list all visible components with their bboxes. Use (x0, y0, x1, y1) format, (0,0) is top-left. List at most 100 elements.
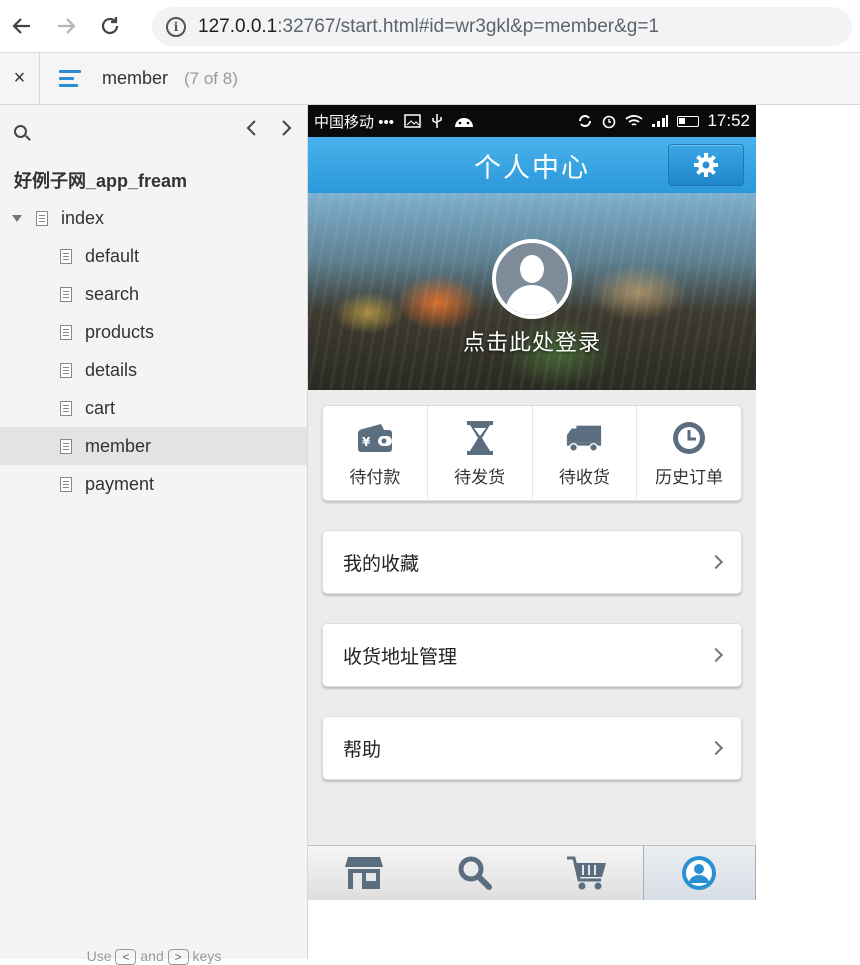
tab-search[interactable] (420, 846, 532, 900)
prev-page-button[interactable] (246, 119, 258, 143)
browser-toolbar: i 127.0.0.1:32767/start.html#id=wr3gkl&p… (0, 0, 860, 53)
chevron-right-icon (708, 647, 724, 663)
forward-button[interactable] (44, 0, 88, 53)
next-page-button[interactable] (280, 119, 292, 143)
page-icon (60, 438, 72, 454)
address-bar[interactable]: i 127.0.0.1:32767/start.html#id=wr3gkl&p… (152, 7, 852, 46)
bottom-tab-bar (308, 845, 756, 900)
sitemap-toggle-button[interactable] (40, 66, 100, 91)
search-icon[interactable] (14, 124, 27, 138)
page-icon (60, 476, 72, 492)
tab-home[interactable] (308, 846, 420, 900)
gear-icon (694, 153, 718, 177)
tab-member[interactable] (642, 846, 756, 900)
order-pending-receipt[interactable]: 待收货 (533, 406, 638, 500)
page-icon (60, 324, 72, 340)
tree-item-label: search (85, 283, 140, 304)
wifi-icon (625, 115, 644, 126)
page-title: 个人中心 (474, 152, 590, 183)
url-path: :32767/start.html#id=wr3gkl&p=member&g=1 (277, 15, 660, 37)
status-bar: 中国移动 ••• 17:52 (308, 105, 756, 137)
wallet-icon: ¥ (357, 423, 392, 452)
order-label: 待收货 (558, 467, 610, 487)
tree-item-cart[interactable]: cart (0, 389, 307, 427)
sitemap-panel: 好例子网_app_fream index default search prod… (0, 105, 308, 965)
page-icon (60, 248, 72, 264)
expand-arrow-icon[interactable] (12, 214, 22, 222)
menu-help[interactable]: 帮助 (322, 716, 742, 780)
sitemap-tools (0, 105, 307, 157)
close-button[interactable]: × (0, 52, 40, 105)
order-status-card: ¥ 待付款 待发货 待收货 历史订单 (322, 405, 742, 501)
signal-icon (652, 115, 669, 127)
tree-item-index[interactable]: index (0, 199, 307, 237)
chevron-left-icon (246, 120, 256, 136)
reload-icon (101, 17, 119, 35)
current-page-name: member (102, 68, 169, 88)
clock-icon (673, 421, 706, 454)
store-icon (344, 857, 383, 889)
tree-item-label: cart (85, 397, 116, 418)
menu-label: 我的收藏 (343, 553, 420, 575)
page-icon (60, 286, 72, 302)
back-button[interactable] (0, 0, 44, 53)
key-next: > (167, 949, 189, 965)
menu-address-management[interactable]: 收货地址管理 (322, 623, 742, 687)
reload-button[interactable] (88, 0, 132, 53)
menu-icon (59, 66, 81, 91)
tree-item-label: details (85, 359, 138, 380)
close-icon: × (13, 67, 26, 89)
settings-button[interactable] (668, 144, 744, 186)
usb-icon (432, 114, 442, 128)
tab-cart[interactable] (531, 846, 643, 900)
tree-item-label: payment (85, 473, 155, 494)
chevron-right-icon (708, 740, 724, 756)
user-icon (682, 856, 717, 890)
alarm-icon (603, 115, 616, 129)
order-history[interactable]: 历史订单 (637, 406, 741, 500)
order-label: 待付款 (349, 467, 401, 487)
order-pending-payment[interactable]: ¥ 待付款 (323, 406, 428, 500)
android-icon (454, 118, 473, 127)
order-pending-shipment[interactable]: 待发货 (428, 406, 533, 500)
sync-icon (579, 115, 592, 127)
prototype-toolbar: × member (7 of 8) (0, 52, 860, 105)
hourglass-icon (466, 420, 493, 455)
menu-label: 收货地址管理 (343, 646, 458, 668)
menu-label: 帮助 (343, 739, 382, 761)
order-label: 待发货 (454, 467, 506, 487)
svg-text:¥: ¥ (362, 435, 371, 449)
carrier-name: 中国移动 ••• (314, 113, 394, 131)
hint-text: Use (86, 948, 112, 964)
tree-item-search[interactable]: search (0, 275, 307, 313)
tree-item-products[interactable]: products (0, 313, 307, 351)
hint-text: and (140, 948, 164, 964)
tree-item-label: products (85, 321, 155, 342)
arrow-right-icon (58, 18, 76, 34)
tree-item-label: member (85, 435, 152, 456)
info-icon[interactable]: i (166, 16, 186, 37)
login-link[interactable]: 点击此处登录 (308, 325, 756, 357)
app-header: 个人中心 (308, 137, 756, 193)
tree-item-default[interactable]: default (0, 237, 307, 275)
keyboard-hint: Use < and > keys (0, 948, 308, 965)
cart-icon (566, 856, 606, 890)
search-icon (458, 856, 493, 890)
order-label: 历史订单 (655, 467, 724, 487)
page-counter: (7 of 8) (184, 68, 238, 88)
tree-item-payment[interactable]: payment (0, 465, 307, 503)
project-title: 好例子网_app_fream (14, 171, 188, 191)
status-time: 17:52 (707, 111, 750, 130)
chevron-right-icon (282, 120, 292, 136)
tree-item-member[interactable]: member (0, 427, 307, 465)
url-host: 127.0.0.1 (198, 15, 278, 37)
page-icon (60, 362, 72, 378)
arrow-left-icon (12, 18, 30, 34)
menu-favorites[interactable]: 我的收藏 (322, 530, 742, 594)
profile-banner[interactable]: 点击此处登录 (308, 193, 756, 390)
tree-item-label: index (61, 207, 105, 228)
tree-item-label: default (85, 245, 140, 266)
tree-item-details[interactable]: details (0, 351, 307, 389)
avatar[interactable] (492, 239, 572, 319)
hint-text: keys (192, 948, 222, 964)
